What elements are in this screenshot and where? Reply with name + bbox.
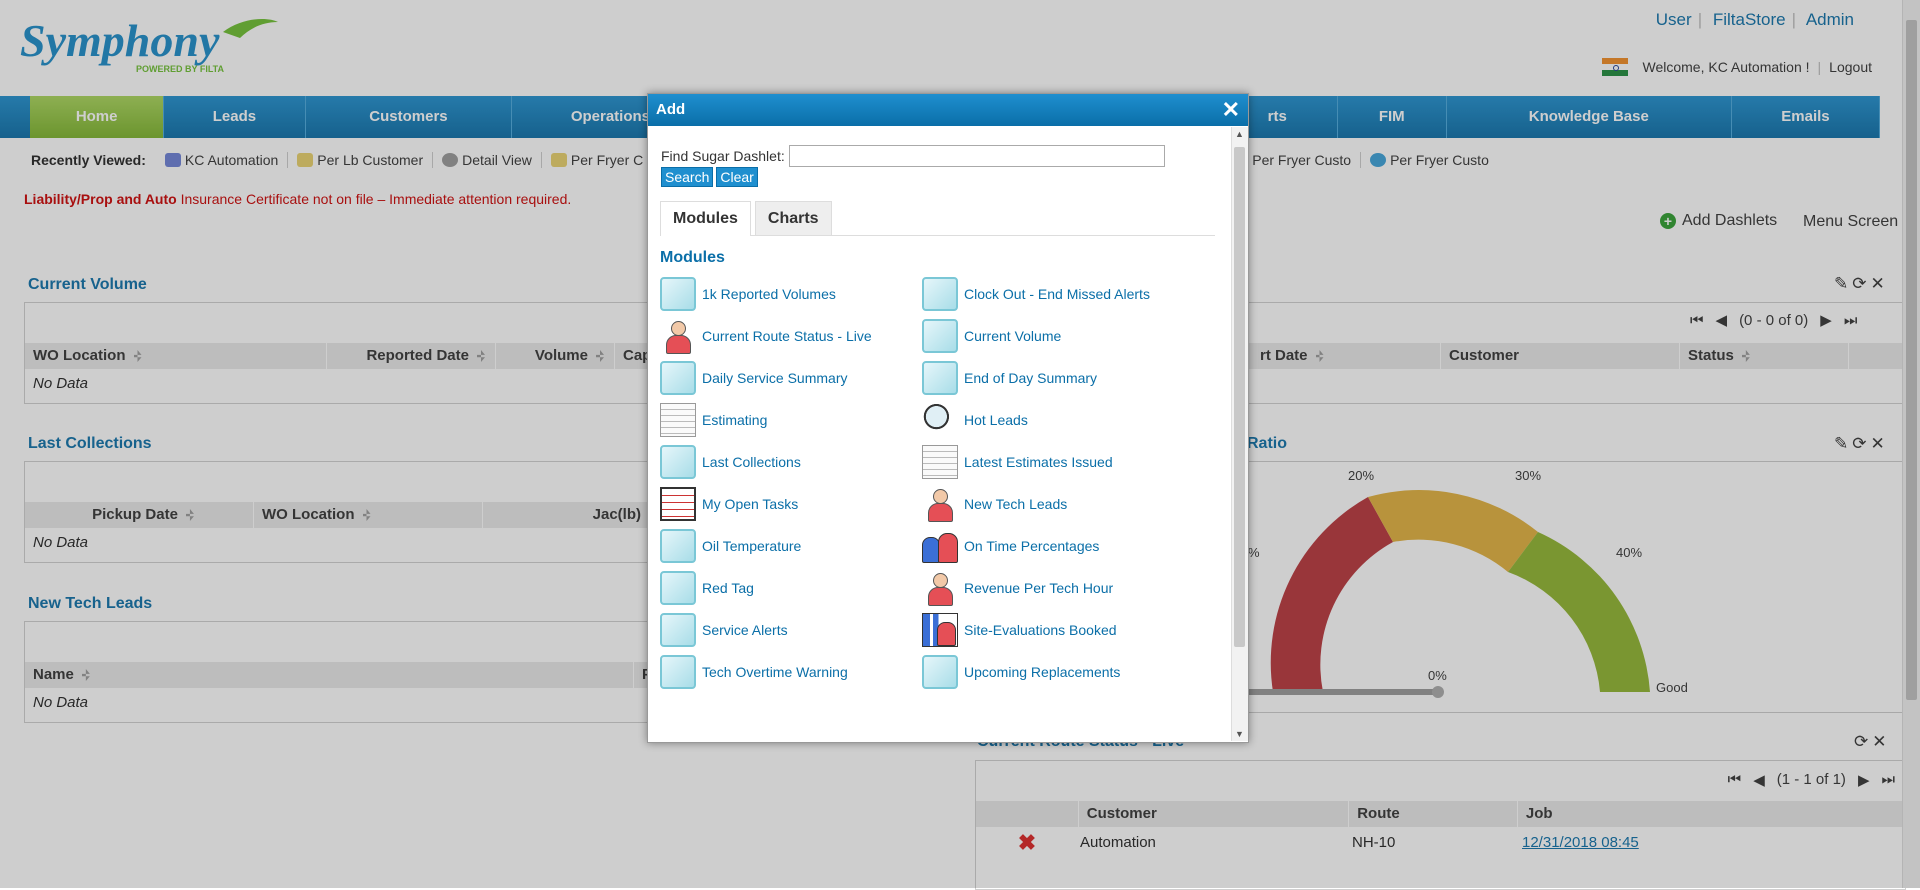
module-label[interactable]: Daily Service Summary [702, 370, 847, 386]
module-item[interactable]: On Time Percentages [922, 529, 1099, 563]
cube-icon [922, 655, 958, 689]
module-item[interactable]: Clock Out - End Missed Alerts [922, 277, 1150, 311]
module-label[interactable]: Revenue Per Tech Hour [964, 580, 1113, 596]
tasks-icon [660, 487, 696, 521]
add-dashlet-modal: Add ✕ Find Sugar Dashlet: Search Clear M… [647, 93, 1249, 743]
tab-modules[interactable]: Modules [660, 201, 751, 236]
module-label[interactable]: Hot Leads [964, 412, 1028, 428]
module-item[interactable]: Daily Service Summary [660, 361, 847, 395]
module-item[interactable]: Service Alerts [660, 613, 788, 647]
module-label[interactable]: Estimating [702, 412, 767, 428]
module-item[interactable]: Current Route Status - Live [660, 319, 872, 354]
module-label[interactable]: Clock Out - End Missed Alerts [964, 286, 1150, 302]
module-label[interactable]: Tech Overtime Warning [702, 664, 848, 680]
module-item[interactable]: Red Tag [660, 571, 754, 605]
modal-header: Add ✕ [648, 94, 1248, 126]
cube-icon [660, 655, 696, 689]
module-label[interactable]: On Time Percentages [964, 538, 1099, 554]
chart-person-icon [922, 613, 958, 647]
people-icon [922, 529, 958, 563]
cube-icon [660, 445, 696, 479]
module-label[interactable]: Upcoming Replacements [964, 664, 1120, 680]
tab-charts[interactable]: Charts [754, 201, 832, 235]
person-icon [922, 487, 958, 522]
person-icon [660, 319, 696, 354]
person-icon [922, 571, 958, 606]
module-label[interactable]: Site-Evaluations Booked [964, 622, 1117, 638]
module-label[interactable]: Red Tag [702, 580, 754, 596]
scroll-down-icon[interactable]: ▼ [1235, 729, 1244, 739]
find-dashlet-label: Find Sugar Dashlet: [661, 148, 785, 164]
cube-icon [922, 361, 958, 395]
module-item[interactable]: Estimating [660, 403, 767, 437]
module-item[interactable]: Last Collections [660, 445, 801, 479]
close-icon[interactable]: ✕ [1222, 94, 1240, 126]
module-item[interactable]: My Open Tasks [660, 487, 798, 521]
modal-body: Find Sugar Dashlet: Search Clear Modules… [648, 127, 1231, 741]
search-buttons: Search Clear [661, 167, 758, 187]
cube-icon [660, 613, 696, 647]
cube-icon [660, 529, 696, 563]
module-item[interactable]: Hot Leads [922, 403, 1028, 437]
document-icon [660, 403, 696, 437]
module-label[interactable]: 1k Reported Volumes [702, 286, 836, 302]
module-item[interactable]: Tech Overtime Warning [660, 655, 848, 689]
cube-icon [922, 319, 958, 353]
modal-title: Add [656, 101, 686, 118]
module-item[interactable]: Upcoming Replacements [922, 655, 1120, 689]
module-label[interactable]: New Tech Leads [964, 496, 1067, 512]
cube-icon [660, 571, 696, 605]
scroll-up-icon[interactable]: ▲ [1235, 129, 1244, 139]
module-item[interactable]: Revenue Per Tech Hour [922, 571, 1113, 606]
module-item[interactable]: End of Day Summary [922, 361, 1097, 395]
cube-icon [660, 361, 696, 395]
document-icon [922, 445, 958, 479]
module-label[interactable]: Last Collections [702, 454, 801, 470]
module-label[interactable]: Oil Temperature [702, 538, 801, 554]
module-item[interactable]: Oil Temperature [660, 529, 801, 563]
module-item[interactable]: New Tech Leads [922, 487, 1067, 522]
cube-icon [660, 277, 696, 311]
search-button[interactable]: Search [661, 167, 714, 187]
modal-scrollbar[interactable]: ▲ ▼ [1231, 127, 1248, 741]
modal-tabs: Modules Charts [660, 201, 1215, 236]
module-item[interactable]: Site-Evaluations Booked [922, 613, 1117, 647]
module-label[interactable]: End of Day Summary [964, 370, 1097, 386]
module-label[interactable]: Latest Estimates Issued [964, 454, 1113, 470]
find-dashlet-input[interactable] [788, 145, 1165, 167]
cube-icon [922, 277, 958, 311]
module-label[interactable]: My Open Tasks [702, 496, 798, 512]
magnifier-icon [922, 403, 958, 437]
module-item[interactable]: Latest Estimates Issued [922, 445, 1113, 479]
modal-scroll-thumb[interactable] [1234, 147, 1245, 647]
find-dashlet-row: Find Sugar Dashlet: [661, 145, 1165, 167]
module-item[interactable]: Current Volume [922, 319, 1061, 353]
modules-section-title: Modules [660, 249, 725, 266]
module-label[interactable]: Current Volume [964, 328, 1061, 344]
module-item[interactable]: 1k Reported Volumes [660, 277, 836, 311]
module-label[interactable]: Service Alerts [702, 622, 788, 638]
clear-button[interactable]: Clear [716, 167, 758, 187]
module-label[interactable]: Current Route Status - Live [702, 328, 872, 344]
